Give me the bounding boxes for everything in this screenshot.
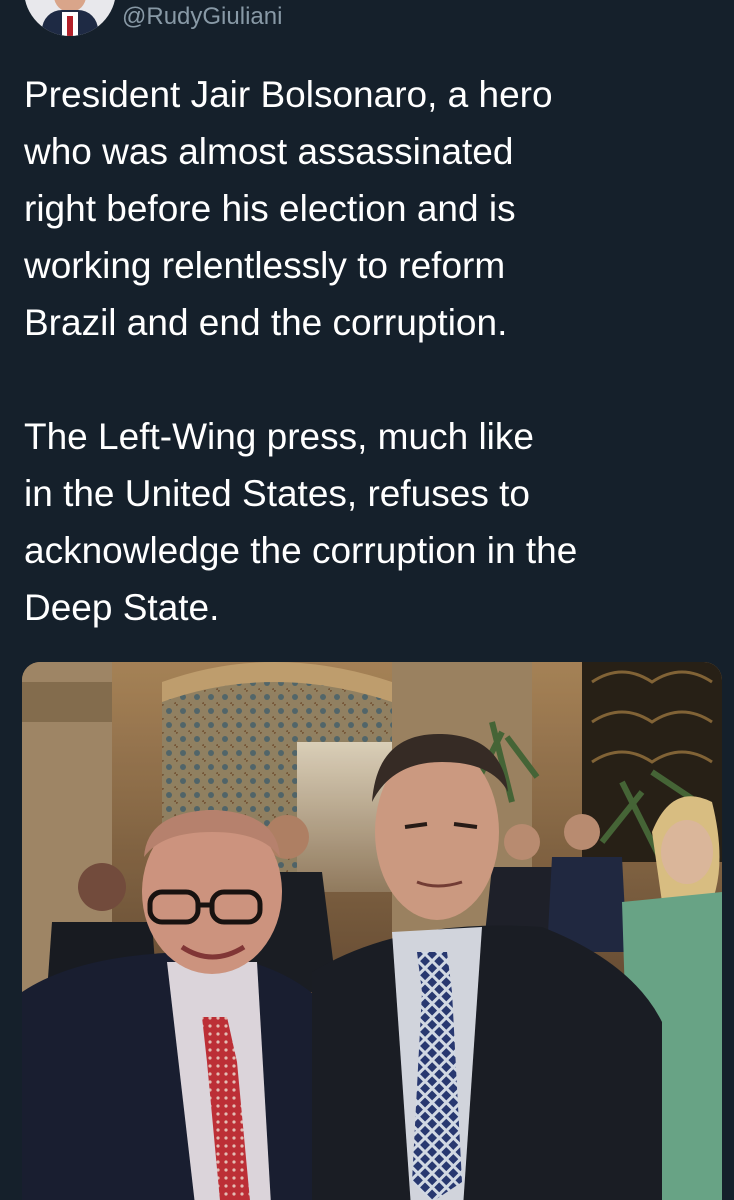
tweet[interactable]: @RudyGiuliani President Jair Bolsonaro, … — [0, 0, 734, 1200]
tweet-header — [24, 0, 116, 36]
avatar[interactable] — [24, 0, 116, 36]
tweet-paragraph-1: President Jair Bolsonaro, a hero who was… — [24, 66, 714, 351]
tweet-line: who was almost assassinated — [24, 131, 514, 172]
tweet-text: President Jair Bolsonaro, a hero who was… — [24, 66, 714, 636]
tweet-line: working relentlessly to reform — [24, 245, 506, 286]
tweet-line: Brazil and end the corruption. — [24, 302, 508, 343]
tweet-line: in the United States, refuses to — [24, 473, 530, 514]
tweet-line: The Left-Wing press, much like — [24, 416, 534, 457]
tweet-paragraph-2: The Left-Wing press, much like in the Un… — [24, 408, 714, 636]
tweet-photo[interactable] — [22, 662, 722, 1200]
photo-vignette — [22, 662, 722, 1200]
tweet-line: President Jair Bolsonaro, a hero — [24, 74, 553, 115]
tweet-line: Deep State. — [24, 587, 220, 628]
avatar-tie — [67, 16, 73, 36]
tweet-line: acknowledge the corruption in the — [24, 530, 578, 571]
tweet-line: right before his election and is — [24, 188, 516, 229]
user-handle[interactable]: @RudyGiuliani — [122, 0, 282, 34]
photo-illustration — [22, 662, 722, 1200]
